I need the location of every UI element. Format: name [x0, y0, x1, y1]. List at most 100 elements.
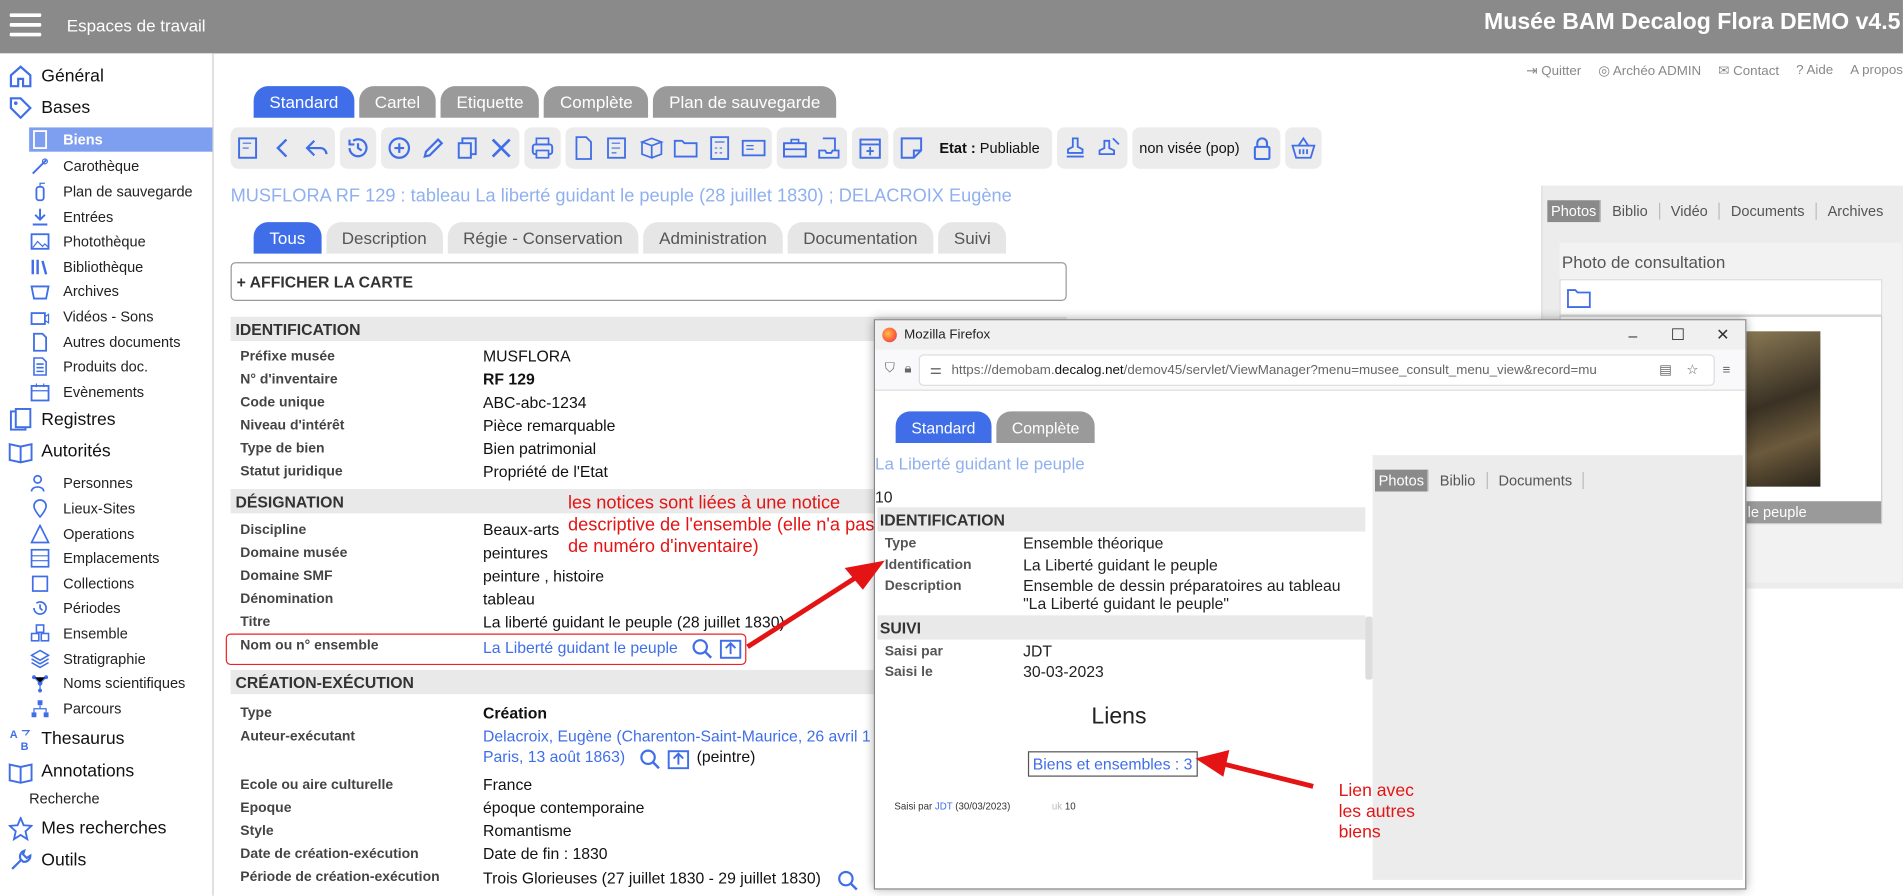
tab-documentation[interactable]: Documentation	[787, 222, 934, 254]
reader-icon[interactable]: ▤	[1659, 362, 1672, 378]
sidebar-item-biens[interactable]: Biens	[29, 127, 213, 152]
delete-x-icon[interactable]	[488, 135, 515, 162]
calculator-icon[interactable]	[706, 135, 733, 162]
popup-tab-complete[interactable]: Complète	[996, 411, 1096, 443]
chevron-left-icon[interactable]	[269, 135, 296, 162]
sidebar-item-entrees[interactable]: Entrées	[29, 206, 113, 228]
sidebar-item-operations[interactable]: Operations	[29, 523, 134, 545]
url-field[interactable]: ⚌ https://demobam.decalog.net/demov45/se…	[918, 353, 1715, 386]
sidebar-item-emplacements[interactable]: Emplacements	[29, 547, 159, 569]
popup-tab-biblio[interactable]: Biblio	[1429, 472, 1488, 490]
sidebar-item-parcours[interactable]: Parcours	[29, 698, 121, 720]
sidebar-item-autres-documents[interactable]: Autres documents	[29, 331, 180, 353]
search-icon[interactable]	[640, 749, 661, 776]
contact-link[interactable]: ✉ Contact	[1718, 63, 1779, 79]
tab-etiquette[interactable]: Etiquette	[440, 86, 540, 118]
close-icon[interactable]: ✕	[1700, 320, 1745, 349]
sidebar-item-archives[interactable]: Archives	[29, 280, 119, 302]
sidebar-item-periodes[interactable]: Périodes	[29, 597, 121, 619]
tab-archives[interactable]: Archives	[1817, 203, 1895, 220]
author-link-line2[interactable]: Paris, 13 août 1863)	[483, 748, 625, 766]
tab-administration[interactable]: Administration	[643, 222, 783, 254]
quitter-link[interactable]: ⇥ Quitter	[1526, 63, 1581, 79]
stamp-edit-icon[interactable]	[1096, 135, 1123, 162]
sidebar-item-mes-recherches[interactable]: Mes recherches	[7, 816, 166, 843]
workspaces-label[interactable]: Espaces de travail	[67, 16, 206, 35]
tab-video[interactable]: Vidéo	[1660, 202, 1720, 220]
popup-tab-standard[interactable]: Standard	[895, 411, 992, 443]
sidebar-item-plan-sauvegarde[interactable]: Plan de sauvegarde	[29, 181, 193, 203]
boxes-icon[interactable]	[638, 135, 665, 162]
popup-tab-documents[interactable]: Documents	[1488, 472, 1585, 490]
sidebar-item-noms-scientifiques[interactable]: Noms scientifiques	[29, 672, 185, 694]
open-external-icon[interactable]	[667, 748, 690, 776]
window-titlebar[interactable]: Mozilla Firefox – ☐ ✕	[875, 320, 1746, 350]
sidebar-item-produits-doc[interactable]: Produits doc.	[29, 356, 148, 378]
file-export-icon[interactable]	[570, 135, 597, 162]
popup-tab-photos[interactable]: Photos	[1375, 469, 1429, 492]
toolbox-icon[interactable]	[782, 135, 809, 162]
cards-icon[interactable]	[740, 135, 767, 162]
tab-biblio[interactable]: Biblio	[1601, 202, 1660, 220]
tab-regie-conservation[interactable]: Régie - Conservation	[447, 222, 639, 254]
sidebar-item-outils[interactable]: Outils	[7, 847, 86, 874]
sidebar-item-videos-sons[interactable]: Vidéos - Sons	[29, 306, 154, 328]
painting-thumbnail[interactable]	[1742, 331, 1821, 487]
folder-image-icon[interactable]	[672, 135, 699, 162]
add-circle-icon[interactable]	[386, 135, 413, 162]
tab-documents[interactable]: Documents	[1720, 202, 1817, 220]
edit-list-icon[interactable]	[604, 135, 631, 162]
tab-plan-sauvegarde[interactable]: Plan de sauvegarde	[653, 86, 837, 118]
folder-image-icon[interactable]	[1567, 286, 1591, 314]
splitter-handle[interactable]	[1365, 616, 1373, 680]
tab-standard[interactable]: Standard	[253, 86, 355, 118]
apropos-link[interactable]: A propos	[1850, 63, 1903, 79]
biens-ensembles-link[interactable]: Biens et ensembles : 3	[1027, 751, 1198, 777]
sidebar-item-autorites[interactable]: Autorités	[7, 438, 111, 465]
hamburger-menu-icon[interactable]: ≡	[1723, 362, 1731, 377]
sidebar-item-bases[interactable]: Bases	[7, 95, 90, 122]
sidebar-item-thesaurus[interactable]: AB Thesaurus	[7, 726, 125, 753]
minimize-icon[interactable]: –	[1610, 320, 1655, 349]
pencil-icon[interactable]	[420, 135, 447, 162]
sidebar-item-collections[interactable]: Collections	[29, 573, 134, 595]
user-link[interactable]: ◎ Archéo ADMIN	[1598, 63, 1701, 79]
reply-icon[interactable]	[303, 135, 330, 162]
sidebar-item-annotations[interactable]: Annotations	[7, 759, 134, 786]
sticky-note-icon[interactable]	[898, 135, 925, 162]
tab-tous[interactable]: Tous	[253, 222, 322, 254]
sidebar-item-carotheque[interactable]: Carothèque	[29, 155, 139, 177]
author-link[interactable]: Delacroix, Eugène (Charenton-Saint-Mauri…	[483, 727, 871, 745]
history-icon[interactable]	[345, 135, 372, 162]
tab-suivi[interactable]: Suivi	[938, 222, 1007, 254]
sidebar-item-stratigraphie[interactable]: Stratigraphie	[29, 648, 146, 670]
stamp-icon[interactable]	[1062, 135, 1089, 162]
inbox-icon[interactable]	[816, 135, 843, 162]
copy-icon[interactable]	[454, 135, 481, 162]
sidebar-item-lieux-sites[interactable]: Lieux-Sites	[29, 498, 135, 520]
sidebar-item-bibliotheque[interactable]: Bibliothèque	[29, 256, 143, 278]
aide-link[interactable]: ? Aide	[1796, 63, 1833, 79]
shield-icon[interactable]: ⛉	[885, 362, 895, 378]
tab-photos[interactable]: Photos	[1547, 200, 1602, 223]
sidebar-item-general[interactable]: Général	[7, 63, 104, 90]
sidebar-item-recherche[interactable]: Recherche	[29, 790, 99, 807]
show-map-button[interactable]: + AFFICHER LA CARTE	[230, 262, 1067, 301]
tab-cartel[interactable]: Cartel	[359, 86, 436, 118]
sidebar-item-ensemble[interactable]: Ensemble	[29, 623, 128, 645]
bookmark-star-icon[interactable]: ☆	[1686, 362, 1698, 378]
search-icon[interactable]	[837, 870, 858, 896]
tab-complete[interactable]: Complète	[544, 86, 649, 118]
calendar-add-icon[interactable]	[857, 135, 884, 162]
tab-description[interactable]: Description	[325, 222, 443, 254]
maximize-icon[interactable]: ☐	[1655, 320, 1700, 349]
menu-icon[interactable]	[9, 13, 42, 37]
sidebar-item-personnes[interactable]: Personnes	[29, 472, 133, 494]
sidebar-item-phototheque[interactable]: Photothèque	[29, 231, 146, 253]
sidebar-item-registres[interactable]: Registres	[7, 407, 116, 434]
basket-icon[interactable]	[1291, 135, 1318, 162]
sidebar-item-evenements[interactable]: Evènements	[29, 381, 144, 403]
lock-icon[interactable]	[1249, 135, 1276, 162]
print-icon[interactable]	[529, 135, 556, 162]
list-search-icon[interactable]	[235, 135, 262, 162]
